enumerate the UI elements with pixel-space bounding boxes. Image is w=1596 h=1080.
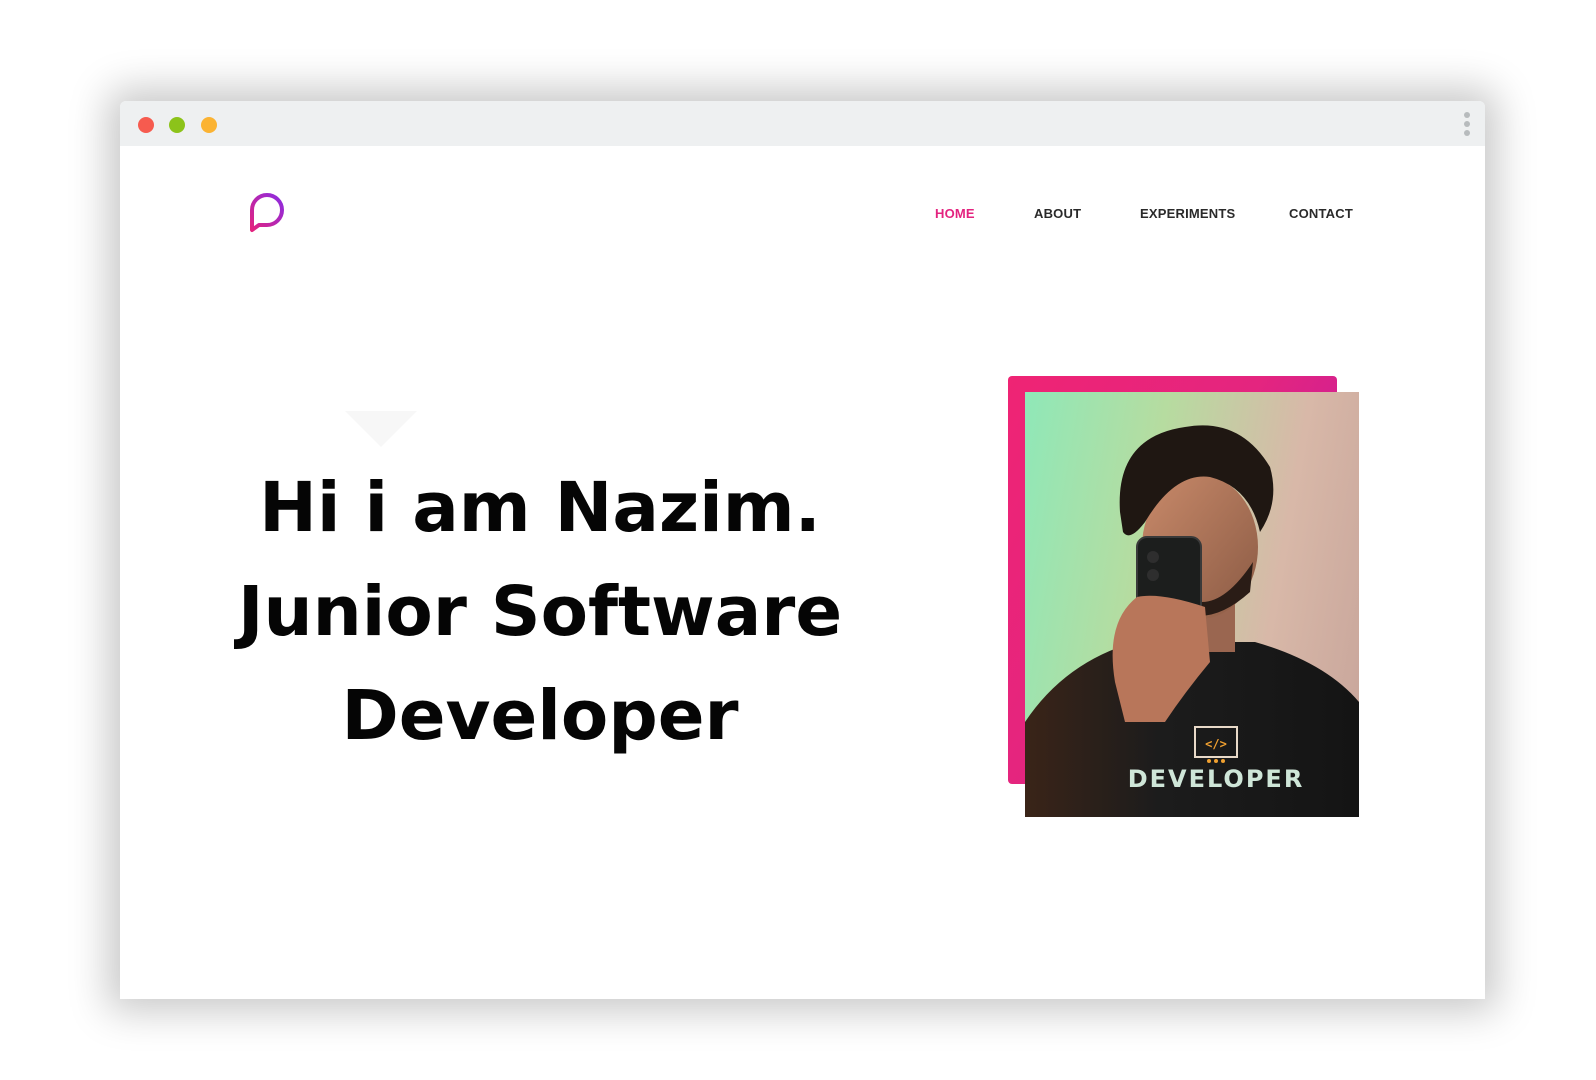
browser-titlebar <box>120 101 1485 146</box>
nav-about[interactable]: ABOUT <box>1034 206 1081 221</box>
main-nav: HOME ABOUT EXPERIMENTS CONTACT <box>120 206 1485 226</box>
maximize-window-button[interactable] <box>201 117 217 133</box>
decorative-triangle <box>345 411 417 447</box>
browser-window: HOME ABOUT EXPERIMENTS CONTACT Hi i am N… <box>120 101 1485 999</box>
nav-contact[interactable]: CONTACT <box>1289 206 1353 221</box>
hero-line-2: Junior Software <box>237 572 843 652</box>
close-window-button[interactable] <box>138 117 154 133</box>
hero-line-1: Hi i am Nazim. <box>259 468 821 548</box>
minimize-window-button[interactable] <box>169 117 185 133</box>
profile-photo: </> DEVELOPER <box>1025 392 1359 817</box>
hero-heading: Hi i am Nazim. Junior Software Developer <box>180 456 900 768</box>
kebab-menu-icon[interactable] <box>1463 112 1471 138</box>
shirt-code-icon: </> <box>1205 737 1227 751</box>
hero-line-3: Developer <box>341 676 739 756</box>
shirt-text: DEVELOPER <box>1128 765 1305 793</box>
nav-experiments[interactable]: EXPERIMENTS <box>1140 206 1235 221</box>
nav-home[interactable]: HOME <box>935 206 975 221</box>
